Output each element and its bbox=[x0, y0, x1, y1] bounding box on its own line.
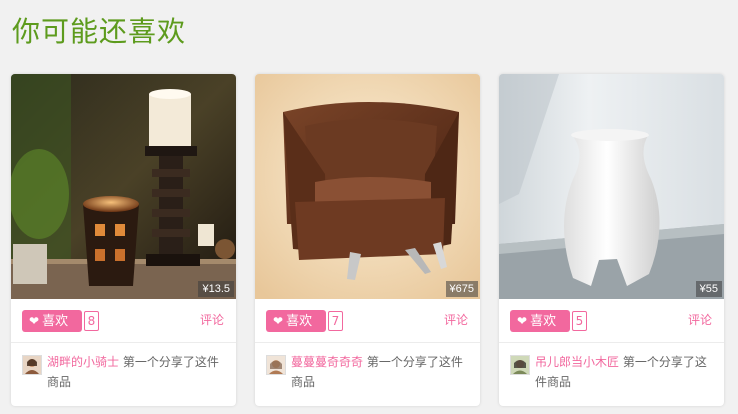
like-button[interactable]: ❤ 喜欢 bbox=[266, 310, 326, 332]
divider bbox=[11, 342, 236, 343]
avatar[interactable] bbox=[22, 355, 42, 375]
product-image-armchair[interactable]: ¥675 bbox=[255, 74, 480, 299]
like-count: 8 bbox=[84, 311, 99, 331]
share-text: 吊儿郎当小木匠 第一个分享了这件商品 bbox=[535, 352, 715, 392]
product-card: ¥55 ❤ 喜欢 5 评论 吊儿郎当小木匠 第一个分享了这件商品 bbox=[499, 74, 724, 406]
divider bbox=[499, 342, 724, 343]
comment-link[interactable]: 评论 bbox=[444, 311, 468, 329]
product-image-candles[interactable]: ¥13.5 bbox=[11, 74, 236, 299]
user-link[interactable]: 蔓蔓蔓奇奇奇 bbox=[291, 355, 363, 369]
section-title: 你可能还喜欢 bbox=[12, 15, 187, 48]
avatar[interactable] bbox=[510, 355, 530, 375]
price-tag: ¥13.5 bbox=[198, 281, 234, 297]
heart-icon: ❤ bbox=[29, 314, 40, 328]
armchair-photo bbox=[255, 74, 480, 299]
avatar[interactable] bbox=[266, 355, 286, 375]
heart-icon: ❤ bbox=[273, 314, 284, 328]
share-text: 湖畔的小骑士 第一个分享了这件商品 bbox=[47, 352, 227, 392]
share-text: 蔓蔓蔓奇奇奇 第一个分享了这件商品 bbox=[291, 352, 471, 392]
product-card: ¥675 ❤ 喜欢 7 评论 蔓蔓蔓奇奇奇 第一个分享了这件商品 bbox=[255, 74, 480, 406]
white-vase-photo bbox=[499, 74, 724, 299]
divider bbox=[255, 342, 480, 343]
price-tag: ¥55 bbox=[695, 281, 722, 297]
like-label: 喜欢 bbox=[530, 314, 557, 329]
like-label: 喜欢 bbox=[42, 314, 69, 329]
avatar-image bbox=[23, 356, 41, 374]
comment-link[interactable]: 评论 bbox=[688, 311, 712, 329]
action-row: ❤ 喜欢 8 评论 bbox=[11, 299, 236, 342]
like-button[interactable]: ❤ 喜欢 bbox=[510, 310, 570, 332]
product-card: ¥13.5 ❤ 喜欢 8 评论 湖畔的小骑士 第一个分享了这件商品 bbox=[11, 74, 236, 406]
avatar-image bbox=[267, 356, 285, 374]
user-link[interactable]: 湖畔的小骑士 bbox=[47, 355, 119, 369]
heart-icon: ❤ bbox=[517, 314, 528, 328]
like-button[interactable]: ❤ 喜欢 bbox=[22, 310, 82, 332]
user-link[interactable]: 吊儿郎当小木匠 bbox=[535, 355, 619, 369]
action-row: ❤ 喜欢 5 评论 bbox=[499, 299, 724, 342]
price-tag: ¥675 bbox=[445, 281, 478, 297]
like-label: 喜欢 bbox=[286, 314, 313, 329]
product-image-vase[interactable]: ¥55 bbox=[499, 74, 724, 299]
like-count: 5 bbox=[572, 311, 587, 331]
like-count: 7 bbox=[328, 311, 343, 331]
avatar-image bbox=[511, 356, 529, 374]
action-row: ❤ 喜欢 7 评论 bbox=[255, 299, 480, 342]
comment-link[interactable]: 评论 bbox=[200, 311, 224, 329]
candles-photo bbox=[11, 74, 236, 299]
